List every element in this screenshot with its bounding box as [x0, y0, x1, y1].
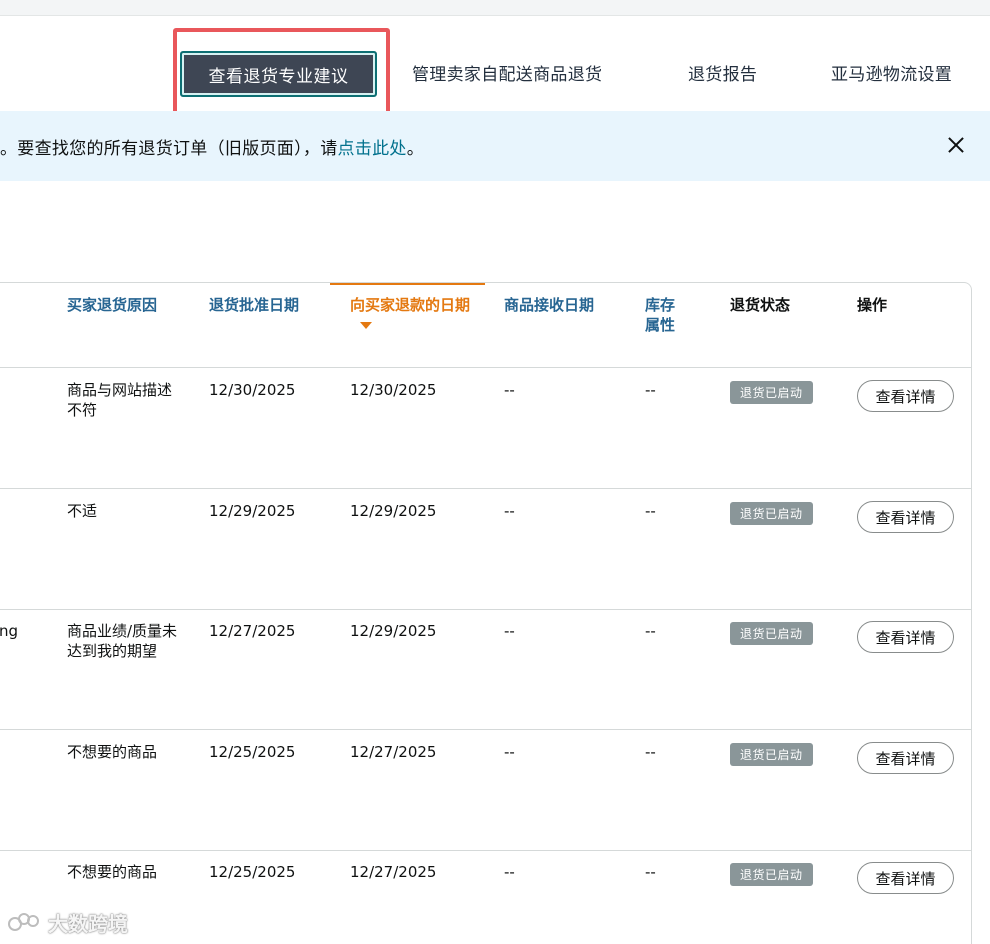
nav-tab-manage-mfn-returns[interactable]: 管理卖家自配送商品退货 — [412, 60, 602, 85]
approve-date-cell: 12/25/2025 — [209, 743, 296, 761]
approve-date-cell: 12/25/2025 — [209, 863, 296, 881]
col-header-inventory[interactable]: 库存属性 — [645, 295, 681, 335]
status-badge: 退货已启动 — [730, 863, 813, 886]
table-header: 买家退货原因 退货批准日期 向买家退款的日期 商品接收日期 库存属性 退货状态 … — [0, 283, 971, 368]
nav-tab-fba-settings[interactable]: 亚马逊物流设置 — [831, 60, 952, 85]
status-badge: 退货已启动 — [730, 622, 813, 645]
col-header-approve-date[interactable]: 退货批准日期 — [209, 295, 299, 315]
view-details-button[interactable]: 查看详情 — [857, 621, 954, 653]
approve-date-cell: 12/30/2025 — [209, 381, 296, 399]
refund-date-cell: 12/29/2025 — [350, 622, 437, 640]
info-banner: 。要查找您的所有退货订单（旧版页面），请点击此处。 — [0, 111, 990, 181]
view-details-button[interactable]: 查看详情 — [857, 742, 954, 774]
refund-date-cell: 12/30/2025 — [350, 381, 437, 399]
inventory-cell: -- — [645, 622, 656, 640]
col-header-receive-date[interactable]: 商品接收日期 — [504, 295, 594, 315]
receive-date-cell: -- — [504, 743, 515, 761]
table-row: 不想要的商品 12/25/2025 12/27/2025 -- -- 退货已启动… — [0, 850, 971, 944]
sort-desc-icon — [360, 322, 372, 329]
col-header-reason[interactable]: 买家退货原因 — [67, 295, 157, 315]
refund-date-cell: 12/27/2025 — [350, 743, 437, 761]
watermark-text: 大数跨境 — [48, 912, 128, 936]
table-row: 商品与网站描述不符 12/30/2025 12/30/2025 -- -- 退货… — [0, 368, 971, 489]
inventory-cell: -- — [645, 381, 656, 399]
banner-suffix: 。 — [406, 138, 425, 159]
top-strip — [0, 0, 990, 16]
inventory-cell: -- — [645, 743, 656, 761]
receive-date-cell: -- — [504, 622, 515, 640]
col-header-status: 退货状态 — [730, 296, 791, 314]
approve-date-cell: 12/29/2025 — [209, 502, 296, 520]
inventory-cell: -- — [645, 863, 656, 881]
banner-message: 。要查找您的所有退货订单（旧版页面），请点击此处。 — [0, 134, 424, 159]
inventory-cell: -- — [645, 502, 656, 520]
table-row: ng 商品业绩/质量未达到我的期望 12/27/2025 12/29/2025 … — [0, 609, 971, 730]
receive-date-cell: -- — [504, 863, 515, 881]
refund-date-cell: 12/29/2025 — [350, 502, 437, 520]
table-row: 不适 12/29/2025 12/29/2025 -- -- 退货已启动 查看详… — [0, 489, 971, 610]
status-badge: 退货已启动 — [730, 381, 813, 404]
reason-cell: 不想要的商品 — [67, 743, 158, 761]
col-header-refund-label: 向买家退款的日期 — [350, 296, 471, 314]
approve-date-cell: 12/27/2025 — [209, 622, 296, 640]
watermark-logo-icon — [8, 911, 42, 935]
close-icon[interactable] — [944, 133, 968, 157]
status-badge: 退货已启动 — [730, 502, 813, 525]
view-details-button[interactable]: 查看详情 — [857, 862, 954, 894]
receive-date-cell: -- — [504, 381, 515, 399]
reason-cell: 商品与网站描述不符 — [67, 381, 173, 419]
reason-cell: 不想要的商品 — [67, 863, 158, 881]
banner-link[interactable]: 点击此处 — [338, 139, 407, 159]
reason-cell: 不适 — [67, 502, 98, 520]
nav-tab-returns-advice[interactable]: 查看退货专业建议 — [180, 51, 377, 97]
view-details-button[interactable]: 查看详情 — [857, 501, 954, 533]
table-row: 不想要的商品 12/25/2025 12/27/2025 -- -- 退货已启动… — [0, 730, 971, 851]
row-left-cell: ng — [0, 622, 19, 640]
refund-date-cell: 12/27/2025 — [350, 863, 437, 881]
status-badge: 退货已启动 — [730, 743, 813, 766]
receive-date-cell: -- — [504, 502, 515, 520]
watermark: 大数跨境 — [8, 908, 128, 937]
returns-table: 买家退货原因 退货批准日期 向买家退款的日期 商品接收日期 库存属性 退货状态 … — [0, 282, 972, 944]
sort-indicator-line — [330, 283, 485, 285]
nav-tab-returns-report[interactable]: 退货报告 — [688, 60, 757, 85]
reason-cell: 商品业绩/质量未达到我的期望 — [67, 622, 178, 660]
col-header-refund-date[interactable]: 向买家退款的日期 — [350, 295, 475, 335]
col-header-action: 操作 — [857, 296, 888, 314]
banner-text: 。要查找您的所有退货订单（旧版页面），请 — [0, 138, 338, 159]
view-details-button[interactable]: 查看详情 — [857, 380, 954, 412]
